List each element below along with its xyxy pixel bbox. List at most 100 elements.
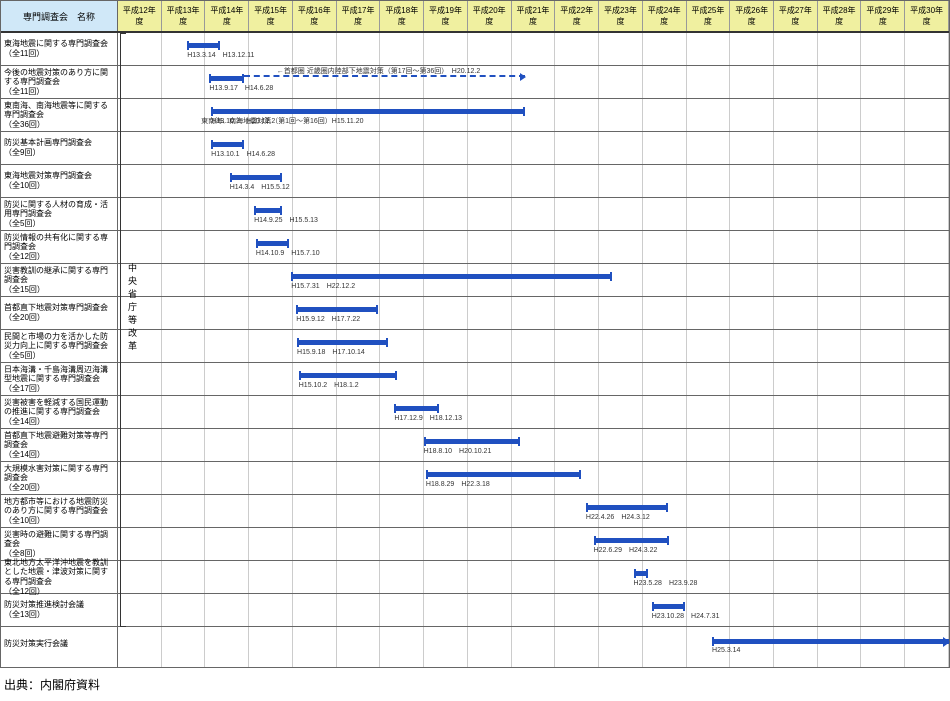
chart-row: H17.12.9 H18.12.13 (118, 396, 949, 429)
year-header: 平成12年度 (118, 1, 162, 31)
year-header: 平成30年度 (905, 1, 949, 31)
year-header: 平成29年度 (861, 1, 905, 31)
row-label: 東海地震に関する専門調査会（全11回） (1, 33, 117, 66)
bar-label: H18.8.10 H20.10.21 (424, 446, 492, 456)
row-label: 災害時の避難に関する専門調査会（全8回） (1, 528, 117, 561)
bar-label: H15.9.12 H17.7.22 (296, 314, 360, 324)
row-title: 首都直下地震対策専門調査会 (4, 303, 114, 313)
bar-label: H25.3.14 (712, 647, 740, 654)
year-header: 平成26年度 (730, 1, 774, 31)
gantt-bar (297, 340, 388, 345)
chart-row: H15.7.31 H22.12.2 (118, 264, 949, 297)
row-title: 防災基本計画専門調査会 (4, 138, 114, 148)
gantt-bar (394, 406, 438, 411)
bar-label: H15.7.31 H22.12.2 (291, 281, 355, 291)
row-count: （全12回） (4, 587, 114, 597)
row-label: 災害被害を軽減する国民運動の推進に関する専門調査会（全14回） (1, 396, 117, 429)
bar-label: H13.3.14 H13.12.11 (187, 50, 254, 60)
chart-row: H18.8.10 H20.10.21 (118, 429, 949, 462)
row-count: （全11回） (4, 49, 114, 59)
row-count: （全11回） (4, 87, 114, 97)
year-header: 平成19年度 (424, 1, 468, 31)
group-bracket-label: 中央省庁等改革 (126, 263, 139, 354)
chart-row: H15.9.18 H17.10.14 (118, 330, 949, 363)
chart-row: H14.9.25 H15.5.13 (118, 198, 949, 231)
bar-label: H22.6.29 H24.3.22 (594, 545, 658, 555)
year-header: 平成16年度 (293, 1, 337, 31)
row-count: （全14回） (4, 450, 114, 460)
row-label: 防災対策推進検討会議（全13回） (1, 594, 117, 627)
row-title: 災害時の避難に関する専門調査会 (4, 530, 114, 549)
year-header: 平成28年度 (818, 1, 862, 31)
header-label: 専門調査会 名称 (1, 1, 118, 31)
row-label: 東南海、南海地震等に関する専門調査会（全36回） (1, 99, 117, 132)
year-header: 平成15年度 (249, 1, 293, 31)
row-count: （全12回） (4, 252, 114, 262)
row-title: 地方都市等における地震防災のあり方に関する専門調査会 (4, 497, 114, 516)
row-label: 首都直下地震避難対策等専門調査会（全14回） (1, 429, 117, 462)
gantt-bar (296, 307, 377, 312)
row-title: 防災に関する人材の育成・活用専門調査会 (4, 200, 114, 219)
label-column: 東海地震に関する専門調査会（全11回）今後の地震対策のあり方に関する専門調査会（… (1, 33, 118, 667)
row-label: 防災に関する人材の育成・活用専門調査会（全5回） (1, 198, 117, 231)
chart-row: H18.8.29 H22.3.18 (118, 462, 949, 495)
year-header: 平成27年度 (774, 1, 818, 31)
bar-label: H15.10.2 H18.1.2 (299, 380, 359, 390)
bar-label: H14.10.9 H15.7.10 (256, 248, 320, 258)
year-header: 平成25年度 (687, 1, 731, 31)
bar-label: H17.12.9 H18.12.13 (394, 413, 462, 423)
row-title: 民間と市場の力を活かした防災力向上に関する専門調査会 (4, 332, 114, 351)
gantt-bar (424, 439, 520, 444)
year-header: 平成20年度 (468, 1, 512, 31)
row-count: （全5回） (4, 351, 114, 361)
row-title: 東海地震に関する専門調査会 (4, 39, 114, 49)
row-title: 大規模水害対策に関する専門調査会 (4, 464, 114, 483)
row-count: （全10回） (4, 516, 114, 526)
row-count: （全5回） (4, 219, 114, 229)
bar-label: H23.5.28 H23.9.28 (634, 578, 698, 588)
bar-label: H13.10.1 H14.6.28 (211, 149, 275, 159)
gantt-bar (586, 505, 668, 510)
year-header: 平成17年度 (337, 1, 381, 31)
row-title: 日本海溝・千島海溝周辺海溝型地震に関する専門調査会 (4, 365, 114, 384)
row-label: 大規模水害対策に関する専門調査会（全20回） (1, 462, 117, 495)
year-header: 平成22年度 (555, 1, 599, 31)
year-header: 平成24年度 (643, 1, 687, 31)
header-row: 専門調査会 名称 平成12年度平成13年度平成14年度平成15年度平成16年度平… (1, 1, 949, 33)
bar-label: H14.9.25 H15.5.13 (254, 215, 318, 225)
row-label: 災害教訓の継承に関する専門調査会（全15回） (1, 264, 117, 297)
chart-row: H13.3.14 H13.12.11 (118, 33, 949, 66)
chart-row: H14.10.9 H15.7.10 (118, 231, 949, 264)
year-headers: 平成12年度平成13年度平成14年度平成15年度平成16年度平成17年度平成18… (118, 1, 949, 31)
chart-row: H14.3.4 H15.5.12 (118, 165, 949, 198)
gantt-bar (256, 241, 289, 246)
year-header: 平成13年度 (162, 1, 206, 31)
source-text: 出典：内閣府資料 (0, 668, 950, 701)
gantt-bar (426, 472, 581, 477)
gantt-bar (634, 571, 649, 576)
bar-label: ←首都圏 近畿圏内陸部下地震対策（第17回～第36回） H20.12.2 (277, 66, 480, 76)
row-title: 防災情報の共有化に関する専門調査会 (4, 233, 114, 252)
row-count: （全14回） (4, 417, 114, 427)
row-count: （全20回） (4, 483, 114, 493)
row-count: （全20回） (4, 313, 114, 323)
chart-row: H22.4.26 H24.3.12 (118, 495, 949, 528)
gantt-bar (187, 43, 219, 48)
gantt-bar (230, 175, 282, 180)
row-label: 防災基本計画専門調査会（全9回） (1, 132, 117, 165)
row-title: 防災対策推進検討会議 (4, 600, 114, 610)
gantt-bar (299, 373, 397, 378)
year-header: 平成23年度 (599, 1, 643, 31)
row-count: （全15回） (4, 285, 114, 295)
gantt-bar (594, 538, 670, 543)
row-title: 首都直下地震避難対策等専門調査会 (4, 431, 114, 450)
bar-label: H22.4.26 H24.3.12 (586, 512, 650, 522)
chart-row: H22.6.29 H24.3.22 (118, 528, 949, 561)
row-count: （全9回） (4, 148, 114, 158)
gantt-bar (209, 76, 243, 81)
row-count: （全13回） (4, 610, 114, 620)
chart-row: H13.9.17 H14.6.28 ←首都圏 近畿圏内陸部下地震対策（第17回～第… (118, 66, 949, 99)
bar-label: H13.9.17 H14.6.28 (209, 83, 273, 93)
row-count: （全36回） (4, 120, 114, 130)
chart-row: H13.10.1 H14.6.28 (118, 132, 949, 165)
